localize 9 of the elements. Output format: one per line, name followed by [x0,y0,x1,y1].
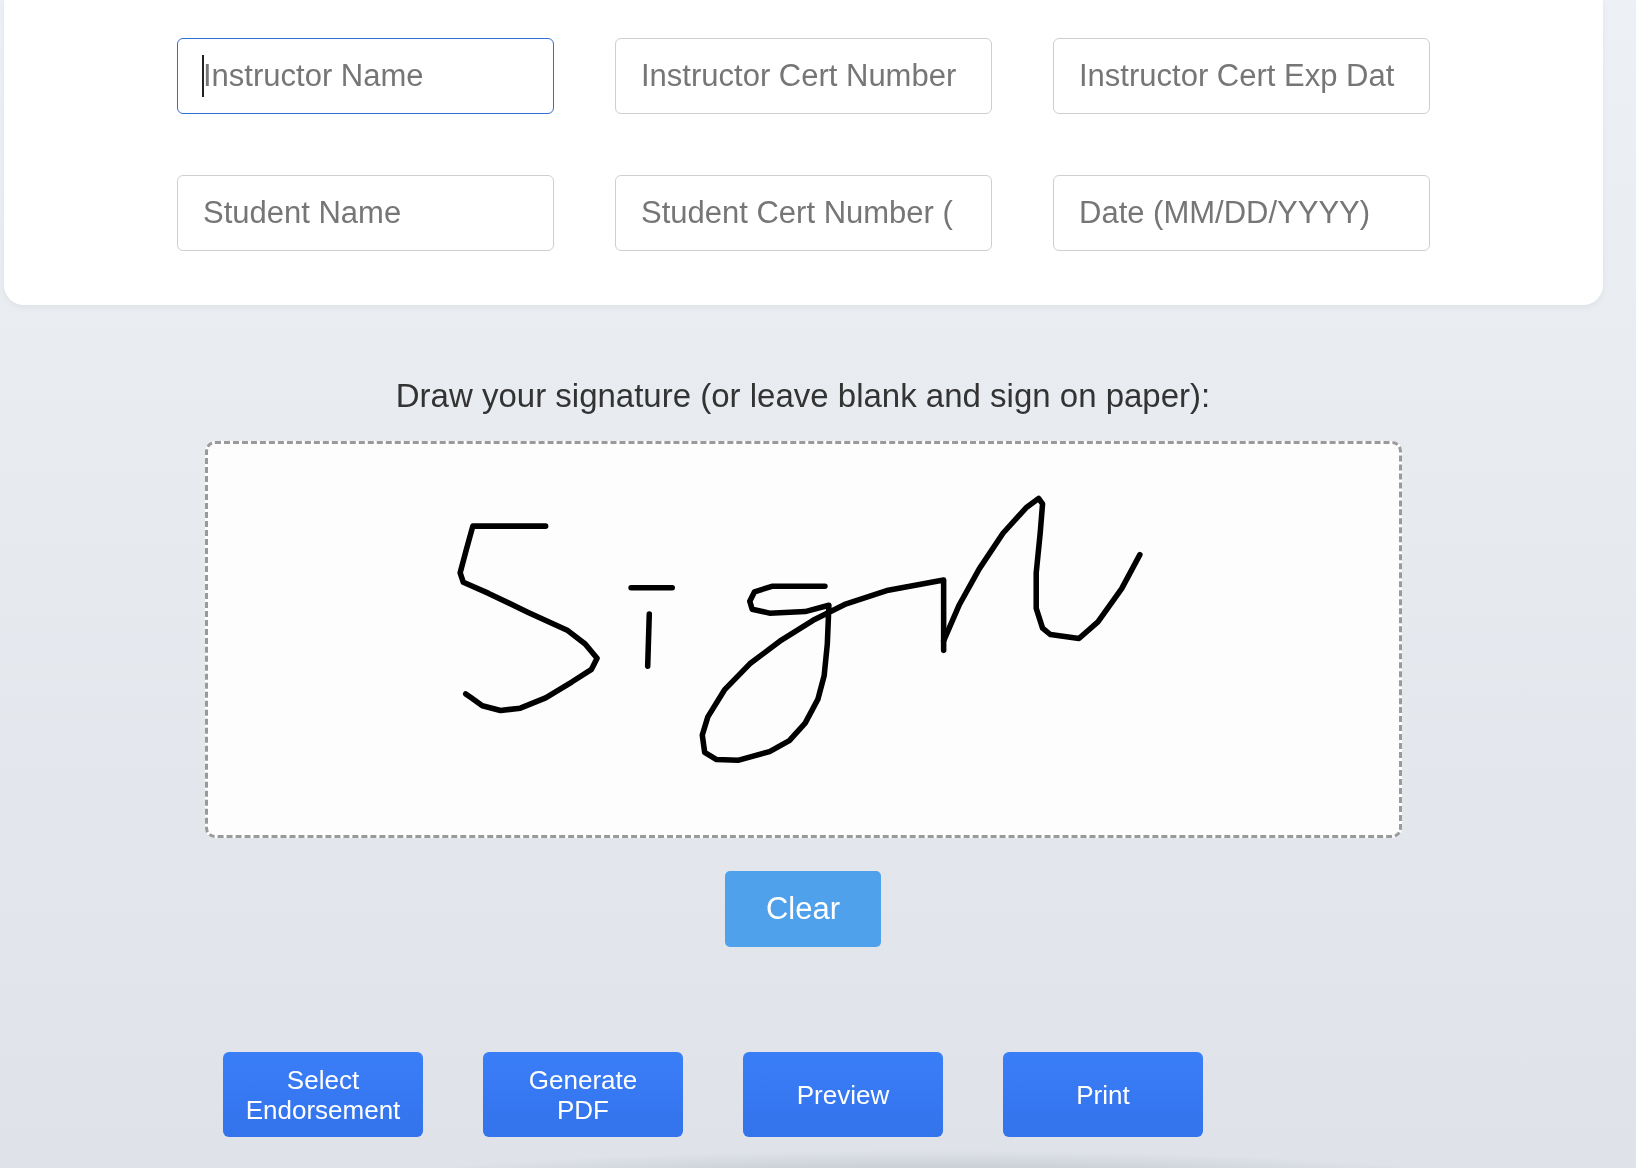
action-button[interactable]: Print [1003,1052,1203,1137]
input-field[interactable]: Instructor Name [177,38,554,114]
action-button[interactable]: Select Endorsement [223,1052,423,1137]
clear-button[interactable]: Clear [725,871,881,947]
action-button[interactable]: Preview [743,1052,943,1137]
text-cursor-icon [202,55,204,97]
action-button[interactable]: Generate PDF [483,1052,683,1137]
signature-pad[interactable] [204,441,1402,838]
signature-label: Draw your signature (or leave blank and sign on paper): [395,377,1211,415]
